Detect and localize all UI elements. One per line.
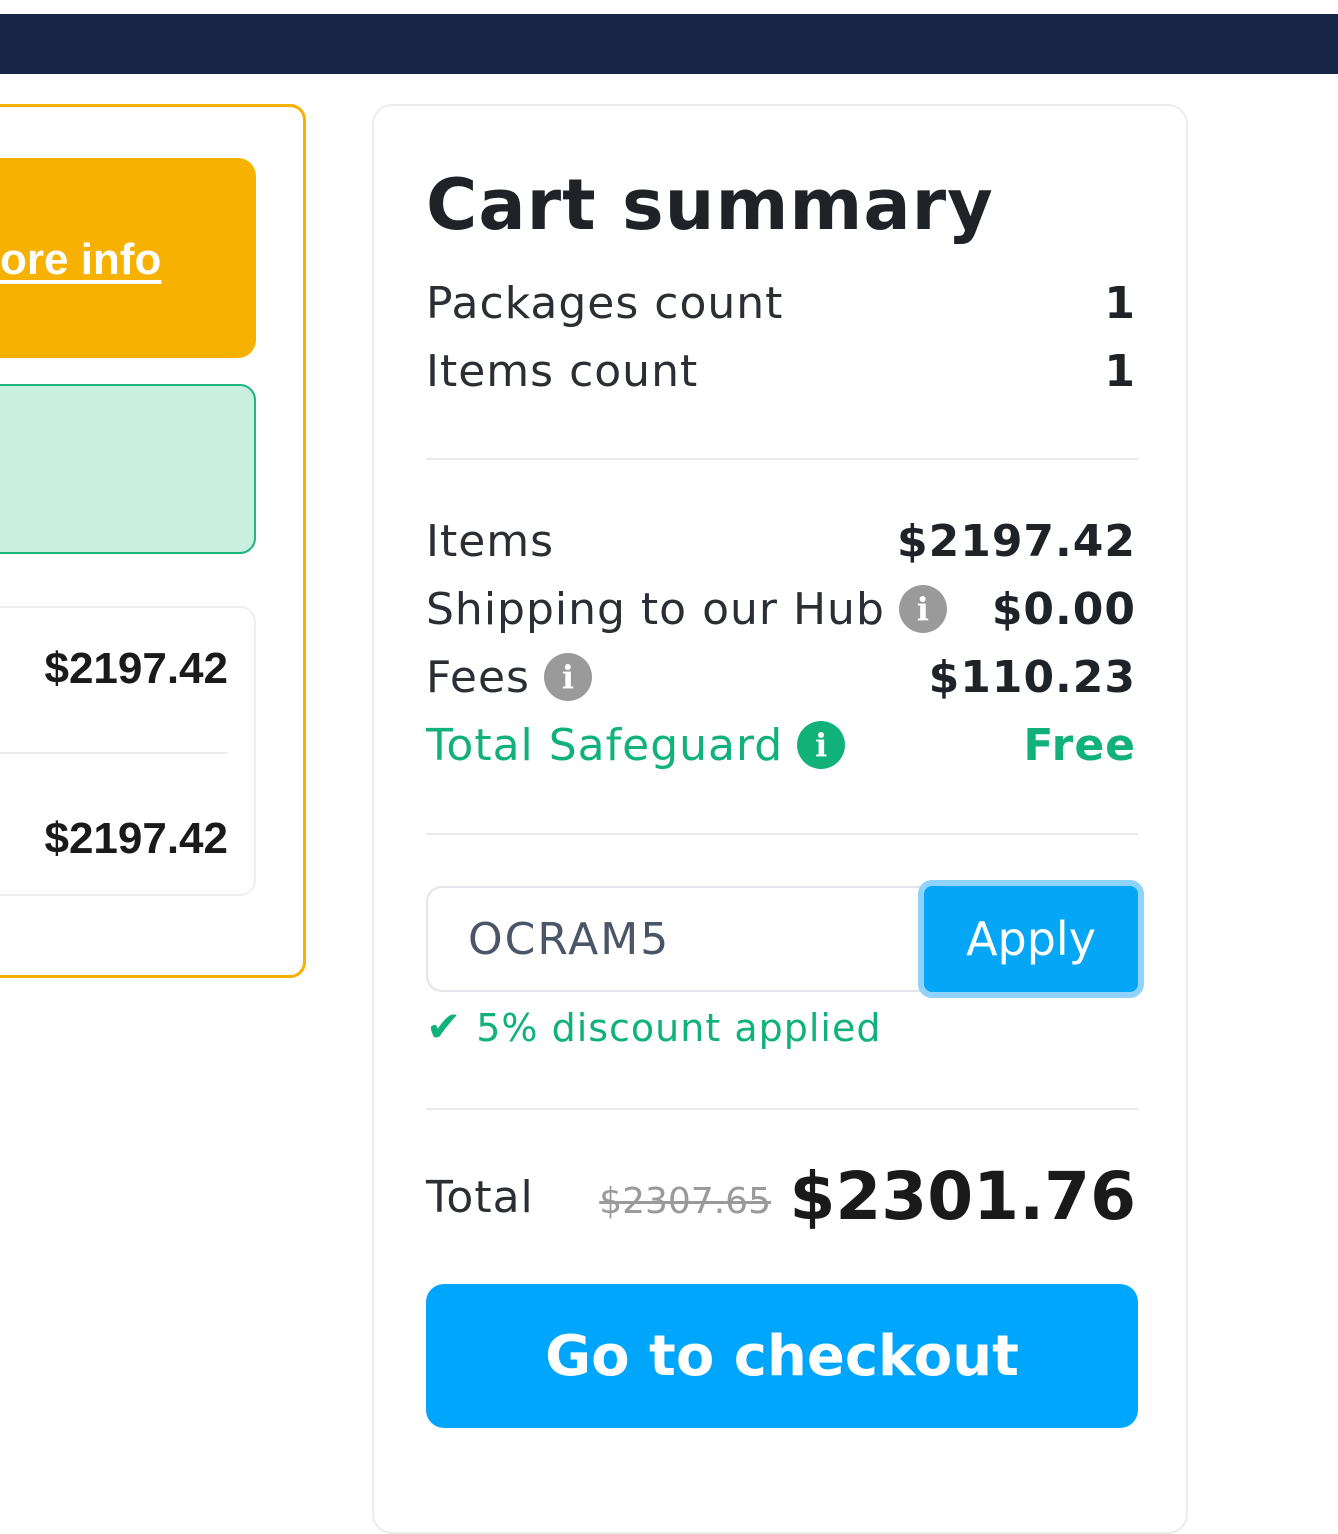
info-icon[interactable]: i: [543, 653, 592, 701]
packages-count-value: 1: [1104, 278, 1136, 329]
safeguard-label-text: Total Safeguard: [426, 720, 784, 771]
subtotal-price: $2197.42: [44, 814, 228, 863]
more-info-link[interactable]: ore info: [0, 232, 170, 288]
fees-label: Fees i: [426, 652, 592, 703]
discount-text: 5% discount applied: [476, 1006, 882, 1050]
info-icon[interactable]: i: [797, 721, 846, 769]
safeguard-row: Total Safeguard i Free: [426, 720, 1136, 780]
apply-coupon-button[interactable]: Apply: [918, 880, 1144, 998]
coupon-form: Apply: [426, 880, 1144, 998]
divider: [0, 752, 228, 754]
shipping-label-text: Shipping to our Hub: [426, 584, 885, 635]
items-count-value: 1: [1104, 346, 1136, 397]
info-notice-box: [0, 384, 256, 554]
total-row: Total $2307.65 $2301.76: [426, 1158, 1136, 1248]
original-total-price: $2307.65: [599, 1181, 771, 1222]
divider: [426, 833, 1138, 835]
total-label: Total: [426, 1172, 534, 1223]
items-count-label: Items count: [426, 346, 699, 397]
fees-value: $110.23: [928, 652, 1136, 703]
shipping-row: Shipping to our Hub i $0.00: [426, 584, 1136, 644]
shipping-value: $0.00: [991, 584, 1136, 635]
coupon-code-input[interactable]: [426, 886, 946, 992]
items-row: Items $2197.42: [426, 516, 1136, 576]
discounted-total-price: $2301.76: [789, 1158, 1136, 1235]
items-label: Items: [426, 516, 555, 567]
info-icon[interactable]: i: [898, 585, 947, 633]
cart-summary-title: Cart summary: [426, 164, 994, 246]
divider: [426, 1108, 1138, 1110]
total-values: $2307.65 $2301.76: [599, 1158, 1136, 1235]
item-price: $2197.42: [44, 644, 228, 693]
shipping-label: Shipping to our Hub i: [426, 584, 947, 635]
top-navigation-bar: [0, 14, 1338, 74]
safeguard-value: Free: [1023, 720, 1136, 771]
packages-count-row: Packages count 1: [426, 278, 1136, 338]
checkmark-icon: ✔: [426, 1002, 463, 1051]
fees-label-text: Fees: [426, 652, 530, 703]
go-to-checkout-button[interactable]: Go to checkout: [426, 1284, 1138, 1428]
items-count-row: Items count 1: [426, 346, 1136, 406]
divider: [426, 458, 1138, 460]
packages-count-label: Packages count: [426, 278, 784, 329]
price-breakdown-box: $2197.42 $2197.42: [0, 606, 256, 896]
cart-summary-panel: Cart summary Packages count 1 Items coun…: [372, 104, 1188, 1534]
safeguard-label: Total Safeguard i: [426, 720, 846, 771]
fees-row: Fees i $110.23: [426, 652, 1136, 712]
items-value: $2197.42: [896, 516, 1136, 567]
discount-applied-message: ✔ 5% discount applied: [426, 1002, 881, 1058]
